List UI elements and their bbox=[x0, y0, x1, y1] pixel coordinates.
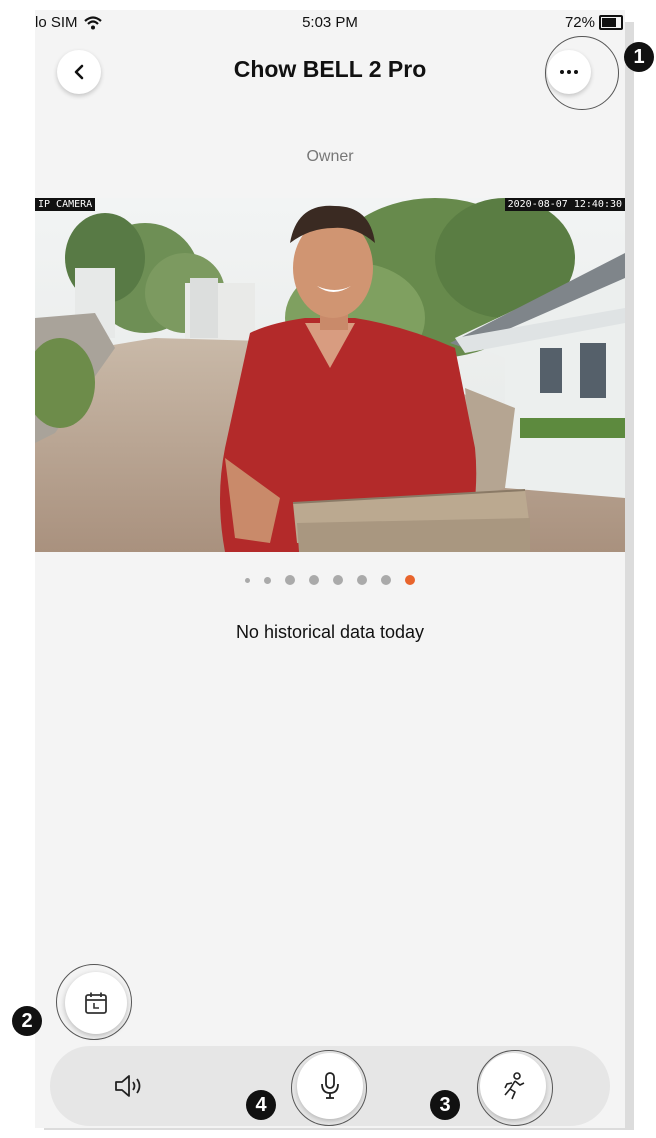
pager-dot[interactable] bbox=[264, 576, 271, 584]
microphone-icon bbox=[321, 1072, 339, 1099]
pager-dot[interactable] bbox=[245, 577, 250, 583]
phone-screen: lo SIM 5:03 PM 72% Chow BELL 2 Pro Owner bbox=[35, 10, 625, 1128]
pager-dot[interactable] bbox=[357, 575, 367, 585]
pager-dot-active[interactable] bbox=[405, 575, 415, 585]
calendar-icon bbox=[85, 992, 107, 1014]
camera-label: IP CAMERA bbox=[35, 198, 96, 211]
pager-dot[interactable] bbox=[285, 575, 295, 585]
doorbell-snapshot-image bbox=[35, 198, 625, 552]
pager-dots bbox=[35, 575, 625, 585]
motion-person-icon bbox=[504, 1072, 525, 1100]
camera-timestamp: 2020-08-07 12:40:30 bbox=[504, 198, 625, 211]
callout-badge-4: 4 bbox=[246, 1090, 276, 1120]
status-bar: lo SIM 5:03 PM 72% bbox=[35, 10, 625, 40]
speaker-button[interactable] bbox=[110, 1068, 150, 1104]
motion-button[interactable] bbox=[480, 1053, 546, 1119]
callout-badge-2: 2 bbox=[12, 1006, 42, 1036]
status-time: 5:03 PM bbox=[302, 14, 358, 31]
more-dots-icon bbox=[560, 70, 578, 74]
speaker-icon bbox=[115, 1075, 141, 1097]
pager-dot[interactable] bbox=[333, 575, 343, 585]
page-title: Chow BELL 2 Pro bbox=[233, 56, 427, 82]
camera-feed[interactable]: IP CAMERA 2020-08-07 12:40:30 bbox=[35, 198, 625, 552]
role-label: Owner bbox=[306, 148, 354, 165]
more-button[interactable] bbox=[547, 50, 591, 94]
pager-dot[interactable] bbox=[381, 575, 391, 585]
battery-icon bbox=[599, 15, 623, 30]
pager-dot[interactable] bbox=[309, 575, 319, 585]
empty-state-message: No historical data today bbox=[235, 622, 425, 642]
calendar-button[interactable] bbox=[65, 972, 127, 1034]
bottom-toolbar bbox=[50, 1046, 610, 1126]
microphone-button[interactable] bbox=[297, 1053, 363, 1119]
callout-badge-3: 3 bbox=[430, 1090, 460, 1120]
battery-percent: 72% bbox=[564, 14, 595, 31]
callout-badge-1: 1 bbox=[624, 42, 654, 72]
nav-bar: Chow BELL 2 Pro bbox=[35, 42, 625, 114]
